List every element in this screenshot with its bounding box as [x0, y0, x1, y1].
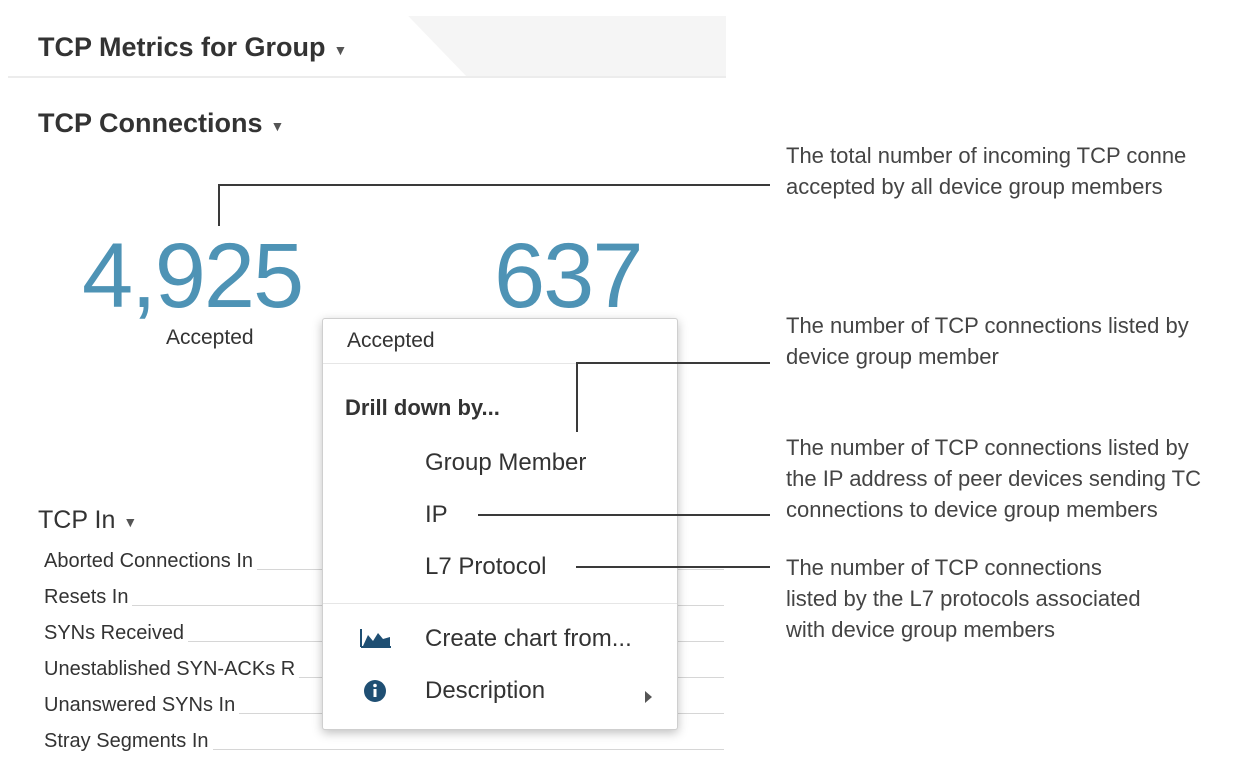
- menu-item-group-member[interactable]: Group Member: [425, 449, 586, 477]
- callout-line: device group member: [786, 344, 999, 369]
- metric-accepted-label: Accepted: [166, 326, 254, 349]
- menu-item-l7-protocol[interactable]: L7 Protocol: [425, 553, 546, 581]
- metric-accepted-value[interactable]: 4,925: [82, 230, 304, 322]
- section-title: TCP Connections: [38, 108, 263, 138]
- list-item-label: Stray Segments In: [44, 730, 213, 752]
- callout-line: accepted by all device group members: [786, 174, 1163, 199]
- connector-line: [576, 362, 770, 364]
- callout-line: the IP address of peer devices sending T…: [786, 466, 1201, 491]
- list-item-label: Unanswered SYNs In: [44, 694, 240, 716]
- caret-down-icon: ▼: [270, 117, 285, 134]
- info-icon: [364, 680, 386, 702]
- list-item[interactable]: Stray Segments In: [44, 730, 724, 766]
- list-item-label: Unestablished SYN-ACKs R: [44, 658, 300, 680]
- callout-total-accepted: The total number of incoming TCP conne a…: [786, 140, 1186, 202]
- callout-line: connections to device group members: [786, 497, 1158, 522]
- header-title-dropdown[interactable]: TCP Metrics for Group ▼: [38, 32, 347, 63]
- header-title: TCP Metrics for Group: [38, 32, 326, 62]
- tcp-in-title: TCP In: [38, 506, 116, 534]
- menu-header: Accepted: [347, 329, 435, 352]
- menu-item-description[interactable]: Description: [425, 677, 545, 705]
- callout-line: The number of TCP connections listed by: [786, 313, 1189, 338]
- connector-line: [576, 566, 770, 568]
- caret-down-icon: ▼: [333, 41, 348, 58]
- list-item-label: Aborted Connections In: [44, 550, 258, 572]
- submenu-arrow-icon: [645, 691, 652, 703]
- caret-down-icon: ▼: [123, 513, 138, 530]
- connector-line: [218, 184, 770, 186]
- area-chart-icon: [360, 629, 391, 648]
- callout-line: The number of TCP connections: [786, 555, 1102, 580]
- header-divider: [8, 76, 726, 78]
- connector-line: [576, 362, 578, 432]
- connector-line: [218, 184, 220, 226]
- callout-line: The total number of incoming TCP conne: [786, 143, 1187, 168]
- section-title-dropdown[interactable]: TCP Connections ▼: [38, 108, 284, 139]
- context-menu: Accepted Drill down by... Group Member I…: [322, 318, 678, 730]
- callout-line: listed by the L7 protocols associated: [786, 586, 1141, 611]
- drill-down-label: Drill down by...: [345, 395, 500, 420]
- connector-line: [478, 514, 770, 516]
- metric-second-value[interactable]: 637: [494, 230, 643, 322]
- callout-line: with device group members: [786, 617, 1056, 642]
- menu-divider: [323, 603, 677, 604]
- menu-item-create-chart[interactable]: Create chart from...: [425, 625, 632, 653]
- tcp-in-dropdown[interactable]: TCP In ▼: [38, 506, 137, 535]
- callout-l7-protocol: The number of TCP connections listed by …: [786, 552, 1141, 645]
- menu-item-ip[interactable]: IP: [425, 501, 448, 529]
- list-item-label: Resets In: [44, 586, 133, 608]
- callout-group-member: The number of TCP connections listed by …: [786, 310, 1189, 372]
- callout-line: The number of TCP connections listed by: [786, 435, 1189, 460]
- callout-ip: The number of TCP connections listed by …: [786, 432, 1201, 525]
- list-item-label: SYNs Received: [44, 622, 189, 644]
